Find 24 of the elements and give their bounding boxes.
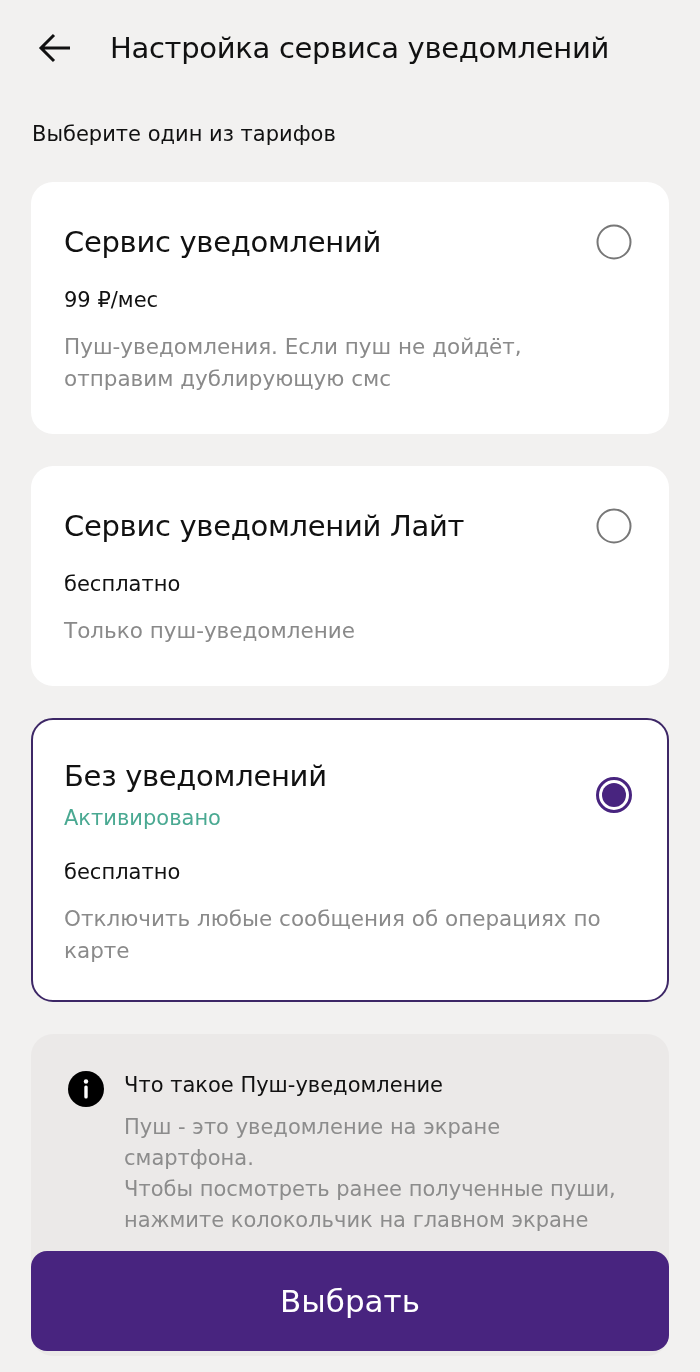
tariff-title: Сервис уведомлений bbox=[64, 224, 381, 260]
radio-button[interactable] bbox=[596, 224, 632, 260]
info-text: Пуш - это уведомление на экране смартфона. bbox=[124, 1114, 502, 1172]
page-title: Настройка сервиса уведомлений bbox=[110, 30, 610, 66]
info-title: Что такое Пуш-уведомление bbox=[124, 1072, 444, 1099]
choose-button[interactable]: Выбрать bbox=[31, 1251, 669, 1351]
tariff-description: Отключить любые сообщения об операциях по карте bbox=[64, 905, 602, 965]
info-icon bbox=[68, 1071, 104, 1107]
tariff-description: Пуш-уведомления. Если пуш не дойдёт, отправим дублирующую смс bbox=[64, 333, 523, 393]
tariff-card[interactable]: Сервис уведомлений 99 ₽/мес Пуш-уведомления. Если пуш не дойдёт, отправим дублирующую смс bbox=[31, 182, 669, 434]
tariff-card[interactable]: Без уведомлений Активировано бесплатно Отключить любые сообщения об операциях по карте bbox=[31, 718, 669, 1002]
section-subtitle: Выберите один из тарифов bbox=[32, 121, 337, 148]
info-text: Чтобы посмотреть ранее полученные пуши, нажмите колокольчик на главном экране bbox=[124, 1176, 617, 1234]
price-label: бесплатно bbox=[64, 859, 182, 886]
status-label: Активировано bbox=[64, 805, 222, 832]
price-label: бесплатно bbox=[64, 571, 182, 598]
radio-button[interactable] bbox=[596, 508, 632, 544]
tariff-description: Только пуш-уведомление bbox=[64, 617, 356, 645]
tariff-title: Сервис уведомлений Лайт bbox=[64, 508, 465, 544]
tariff-title: Без уведомлений bbox=[64, 758, 327, 794]
radio-button[interactable] bbox=[596, 777, 632, 813]
price-label: 99 ₽/мес bbox=[64, 287, 160, 314]
tariff-card[interactable]: Сервис уведомлений Лайт бесплатно Только пуш-уведомление bbox=[31, 466, 669, 686]
back-arrow-icon[interactable] bbox=[38, 33, 72, 63]
